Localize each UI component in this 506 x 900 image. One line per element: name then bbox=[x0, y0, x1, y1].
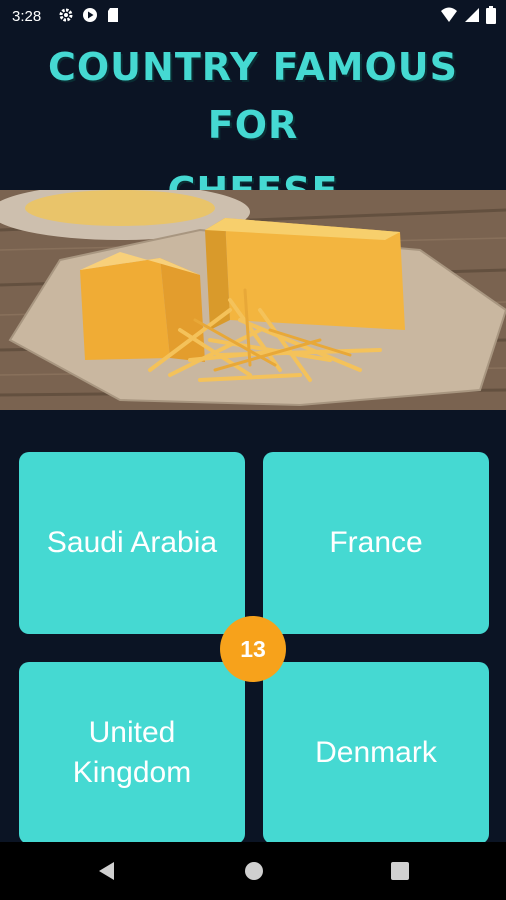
answer-button-denmark[interactable]: Denmark bbox=[263, 662, 489, 844]
status-system-icons bbox=[440, 6, 496, 28]
question-counter-badge: 13 bbox=[220, 616, 286, 682]
signal-icon bbox=[464, 7, 480, 27]
home-icon[interactable] bbox=[243, 860, 265, 887]
back-icon[interactable] bbox=[96, 860, 116, 887]
battery-icon bbox=[486, 6, 496, 28]
answer-button-united-kingdom[interactable]: United Kingdom bbox=[19, 662, 245, 844]
question-title-line-1: COUNTRY FAMOUS FOR bbox=[47, 45, 459, 147]
sd-card-icon bbox=[106, 7, 120, 27]
status-time: 3:28 bbox=[12, 8, 42, 25]
answer-button-france[interactable]: France bbox=[263, 452, 489, 634]
recents-icon[interactable] bbox=[390, 860, 410, 887]
play-protect-icon bbox=[82, 7, 98, 27]
status-notification-icons bbox=[58, 7, 120, 27]
status-bar: 3:28 bbox=[0, 0, 506, 32]
navigation-bar bbox=[0, 842, 506, 900]
gear-icon bbox=[58, 7, 74, 27]
wifi-icon bbox=[440, 7, 458, 27]
answer-button-saudi-arabia[interactable]: Saudi Arabia bbox=[19, 452, 245, 634]
cheddar-cheese-photo bbox=[0, 190, 506, 410]
